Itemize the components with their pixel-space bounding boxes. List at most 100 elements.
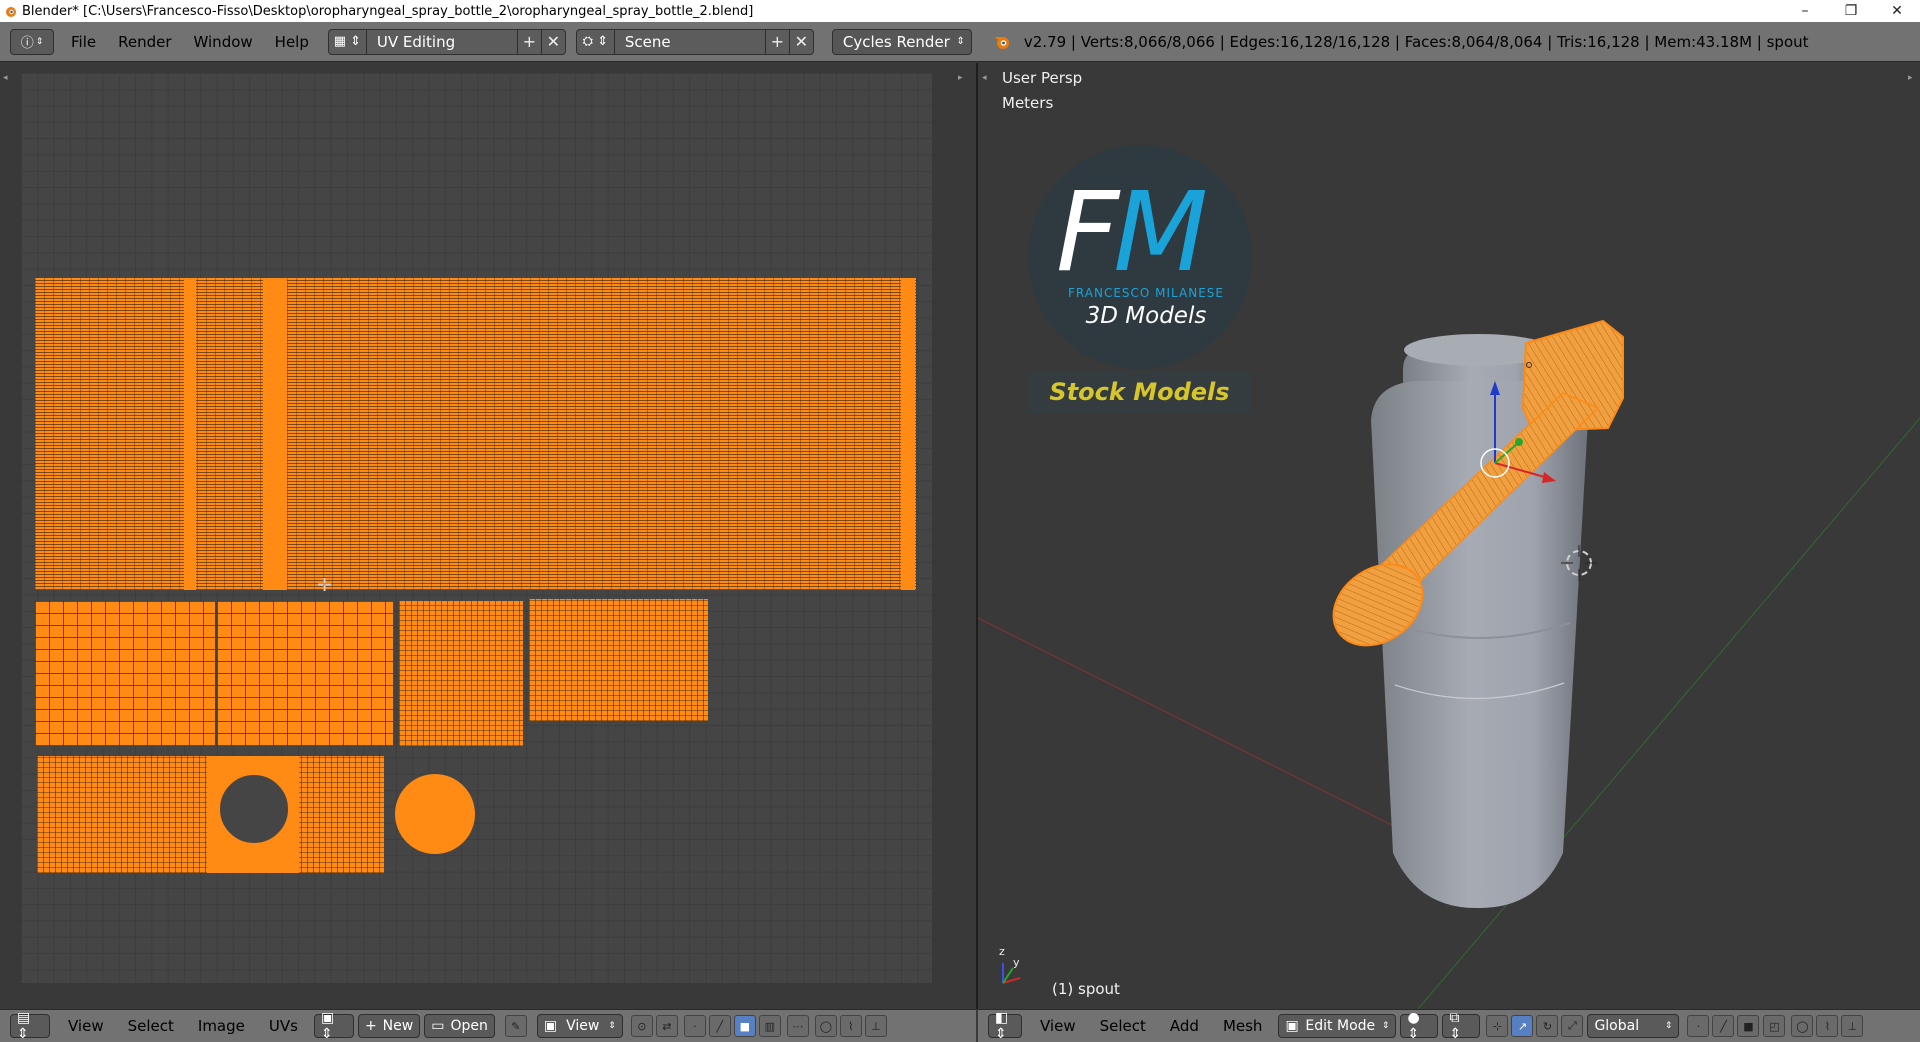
active-object-label: (1) spout	[1052, 980, 1120, 998]
uv-image-editor[interactable]: ◂ ▸ ✛	[0, 63, 976, 1009]
scene-name[interactable]: Scene	[614, 32, 765, 51]
layout-icon[interactable]: ▦ ⇕	[329, 29, 367, 54]
menu-window[interactable]: Window	[183, 33, 264, 51]
plus-icon: +	[364, 1018, 377, 1034]
occlude-geometry-icon[interactable]: ◰	[1763, 1015, 1786, 1037]
uv-menu-select[interactable]: Select	[116, 1017, 186, 1035]
render-engine-dropdown[interactable]: Cycles Render ⇕	[831, 28, 972, 55]
blender-logo-icon	[995, 36, 1009, 49]
rotate-manipulator-icon[interactable]: ↻	[1536, 1015, 1559, 1037]
uv-view-dropdown[interactable]: ▣ View ⇕	[536, 1014, 623, 1038]
uv-seam-strip	[901, 278, 915, 590]
image-browse-button[interactable]: ▣ ⇕	[313, 1010, 354, 1042]
image-icon: ▣	[543, 1018, 558, 1034]
menu-file[interactable]: File	[60, 33, 107, 51]
uv-island-disk[interactable]	[395, 774, 475, 854]
minimize-button[interactable]: –	[1782, 0, 1828, 22]
uv-menu-image[interactable]: Image	[186, 1017, 257, 1035]
3d-menu-view[interactable]: View	[1028, 1017, 1088, 1035]
snap-toggle-icon[interactable]: ⌇	[1816, 1015, 1839, 1037]
axis-y-label: y	[1013, 956, 1020, 969]
edit-mode-icon: ▣	[1285, 1018, 1299, 1034]
scene-canvas[interactable]	[978, 63, 1920, 1009]
add-scene-icon[interactable]: +	[764, 29, 789, 54]
mode-label: Edit Mode	[1305, 1018, 1376, 1034]
menu-help[interactable]: Help	[264, 33, 320, 51]
scale-manipulator-icon[interactable]: ⤢	[1561, 1015, 1584, 1037]
folder-icon: ▭	[431, 1018, 445, 1034]
scene-selector[interactable]: ⛭ ⇕ Scene + ✕	[575, 28, 814, 55]
snap-element-icon[interactable]: ⊥	[1841, 1015, 1864, 1037]
vertex-select-icon[interactable]: ·	[683, 1015, 706, 1037]
3d-menu-add[interactable]: Add	[1158, 1017, 1211, 1035]
chevron-updown-icon: ⇕	[608, 1021, 616, 1031]
uv-2d-cursor-icon[interactable]: ✛	[317, 575, 332, 596]
pivot-dropdown[interactable]: ⧉ ⇕	[1442, 1010, 1481, 1042]
menu-render[interactable]: Render	[107, 33, 182, 51]
3d-editor-type-button[interactable]: ◧ ⇕	[988, 1010, 1022, 1042]
uv-seam-strip	[184, 278, 196, 590]
screen-layout-selector[interactable]: ▦ ⇕ UV Editing + ✕	[327, 28, 566, 55]
uv-island-nozzle-grid[interactable]	[217, 601, 393, 746]
x-axis-line	[978, 617, 1399, 829]
vertex-mode-icon[interactable]: ·	[1687, 1015, 1710, 1037]
manipulator-toggle-icon[interactable]: ⊹	[1486, 1015, 1509, 1037]
snap-icon[interactable]: ⌇	[839, 1015, 862, 1037]
proportional-editing-icon[interactable]: ◯	[1791, 1015, 1814, 1037]
uv-view-dropdown-label: View	[566, 1018, 600, 1034]
info-icon: ⓘ	[20, 36, 34, 51]
close-button[interactable]: ✕	[1874, 0, 1920, 22]
uv-island-ring[interactable]	[399, 601, 523, 746]
open-image-button[interactable]: ▭ Open	[424, 1014, 495, 1038]
add-layout-icon[interactable]: +	[516, 29, 541, 54]
sync-selection-icon[interactable]: ⇄	[655, 1015, 678, 1037]
region-toggle-left-icon[interactable]: ◂	[3, 73, 8, 83]
3d-viewport[interactable]: ◂ ▸ User Persp Meters FM FRANCESCO MILAN…	[978, 63, 1920, 1009]
3d-view-header: ◧ ⇕ View Select Add Mesh ▣ Edit Mode ⇕ ● ⇕…	[978, 1009, 1920, 1042]
scene-stats: v2.79 | Verts:8,066/8,066 | Edges:16,128…	[994, 33, 1809, 51]
window-title: Blender* [C:\Users\Francesco-Fisso\Deskt…	[22, 3, 754, 19]
edge-select-icon[interactable]: ╱	[708, 1015, 731, 1037]
window-titlebar: Blender* [C:\Users\Francesco-Fisso\Deskt…	[0, 0, 1920, 22]
uv-menu-uvs[interactable]: UVs	[257, 1017, 310, 1035]
screen-layout-name[interactable]: UV Editing	[366, 32, 517, 51]
uv-menu-view[interactable]: View	[56, 1017, 116, 1035]
mode-dropdown[interactable]: ▣ Edit Mode ⇕	[1278, 1014, 1397, 1038]
uv-island-body[interactable]	[35, 278, 916, 590]
scene-icon[interactable]: ⛭ ⇕	[577, 29, 615, 54]
orientation-label: Global	[1594, 1018, 1640, 1034]
face-select-icon[interactable]: ■	[733, 1015, 756, 1037]
open-image-label: Open	[450, 1018, 488, 1034]
delete-scene-icon[interactable]: ✕	[788, 29, 813, 54]
info-editor-type-button[interactable]: ⓘ ⇕	[10, 28, 54, 55]
translate-manipulator-icon[interactable]: ↗	[1511, 1015, 1534, 1037]
new-image-label: New	[382, 1018, 414, 1034]
render-engine-label: Cycles Render	[842, 32, 950, 51]
face-mode-icon[interactable]: ■	[1737, 1015, 1760, 1037]
3d-menu-mesh[interactable]: Mesh	[1211, 1017, 1275, 1035]
orientation-dropdown[interactable]: Global ⇕	[1587, 1014, 1680, 1038]
uv-island-hole[interactable]	[218, 773, 290, 845]
edge-mode-icon[interactable]: ╱	[1712, 1015, 1735, 1037]
new-image-button[interactable]: + New	[357, 1014, 421, 1038]
proportional-edit-icon[interactable]: ◯	[814, 1015, 837, 1037]
pivot-icon[interactable]: ⊙	[630, 1015, 653, 1037]
chevron-updown-icon: ⇕	[35, 36, 44, 47]
uv-grid[interactable]: ✛	[21, 73, 932, 983]
shading-dropdown[interactable]: ● ⇕	[1400, 1010, 1439, 1042]
pin-icon[interactable]: ✎	[504, 1015, 527, 1037]
maximize-button[interactable]: ❐	[1828, 0, 1874, 22]
uv-seam-strip	[263, 278, 287, 590]
island-select-icon[interactable]: ▥	[758, 1015, 781, 1037]
uv-editor-type-button[interactable]: ▤ ⇕	[10, 1010, 50, 1042]
blender-app-icon	[6, 7, 16, 17]
info-header: ⓘ ⇕ File Render Window Help ▦ ⇕ UV Editin…	[0, 22, 1920, 62]
delete-layout-icon[interactable]: ✕	[540, 29, 565, 54]
uv-island-tip[interactable]	[529, 599, 708, 721]
3d-menu-select[interactable]: Select	[1088, 1017, 1158, 1035]
snap-target-icon[interactable]: ⊥	[864, 1015, 887, 1037]
axis-z-label: z	[999, 945, 1005, 958]
region-toggle-right-icon[interactable]: ▸	[958, 73, 963, 83]
uv-island-cap-grid[interactable]	[35, 601, 215, 746]
sticky-select-icon[interactable]: ⋯	[786, 1015, 809, 1037]
